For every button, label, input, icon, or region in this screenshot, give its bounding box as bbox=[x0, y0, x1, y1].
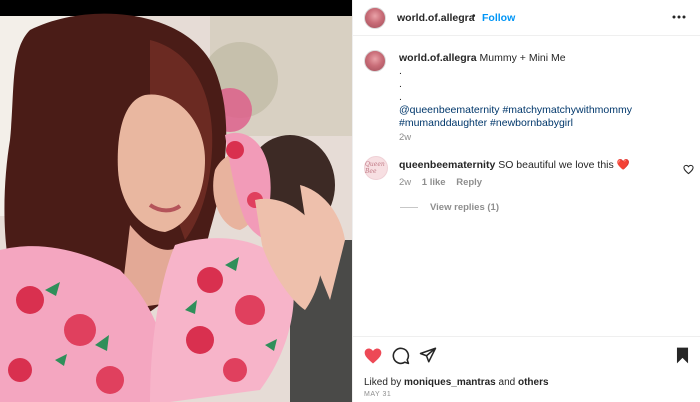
more-icon[interactable] bbox=[671, 9, 687, 28]
post-sidebar: world.of.allegra • Follow world.of.alleg… bbox=[352, 0, 700, 402]
liked-by: Liked by moniques_mantras and others bbox=[364, 377, 549, 388]
share-icon[interactable] bbox=[419, 346, 437, 367]
comment-like-icon[interactable] bbox=[683, 164, 694, 178]
caption-hashtags[interactable]: #mumanddaughter #newbornbabygirl bbox=[399, 117, 679, 130]
reply-button[interactable]: Reply bbox=[456, 177, 482, 188]
liked-by-prefix: Liked by bbox=[364, 377, 402, 388]
heart-icon-glyph bbox=[364, 348, 382, 364]
comment-likes[interactable]: 1 like bbox=[422, 177, 446, 188]
comment-meta: 2w 1 like Reply bbox=[399, 177, 490, 188]
view-replies-label: View replies (1) bbox=[430, 202, 499, 213]
liked-by-and: and bbox=[498, 377, 516, 388]
caption-time[interactable]: 2w bbox=[399, 132, 411, 143]
bookmark-icon-glyph bbox=[676, 347, 689, 364]
author-avatar[interactable] bbox=[364, 7, 386, 29]
liked-by-user[interactable]: moniques_mantras bbox=[404, 377, 496, 388]
caption-dot: . bbox=[399, 91, 402, 103]
view-replies-button[interactable]: View replies (1) bbox=[400, 202, 499, 213]
comment-icon[interactable] bbox=[391, 346, 410, 368]
header-separator: • bbox=[472, 11, 476, 22]
caption-dot: . bbox=[399, 78, 402, 90]
caption-author-avatar[interactable] bbox=[364, 50, 386, 72]
follow-button[interactable]: Follow bbox=[482, 12, 515, 24]
heart-icon[interactable] bbox=[363, 346, 383, 369]
caption-body: world.of.allegra Mummy + Mini Me . . . @… bbox=[399, 52, 679, 130]
author-username[interactable]: world.of.allegra bbox=[397, 12, 475, 24]
caption-dot: . bbox=[399, 65, 402, 77]
caption-text: Mummy + Mini Me bbox=[479, 52, 566, 64]
share-icon-glyph bbox=[419, 347, 437, 363]
comment-like-icon-glyph bbox=[683, 164, 694, 175]
commenter-username[interactable]: queenbeematernity bbox=[399, 159, 495, 171]
post-image[interactable] bbox=[0, 0, 352, 402]
replies-divider bbox=[400, 207, 418, 208]
more-icon-glyph bbox=[672, 15, 686, 19]
comment-body: queenbeematernity SO beautiful we love t… bbox=[399, 159, 669, 172]
commenter-avatar[interactable]: Queen Bee bbox=[364, 156, 388, 180]
liked-by-others[interactable]: others bbox=[518, 377, 549, 388]
bookmark-icon[interactable] bbox=[674, 346, 691, 368]
post-photo-illustration bbox=[0, 13, 352, 402]
post-date[interactable]: MAY 31 bbox=[364, 391, 391, 398]
post-header: world.of.allegra • Follow bbox=[353, 0, 700, 36]
caption-username[interactable]: world.of.allegra bbox=[399, 52, 477, 64]
comment-text: SO beautiful we love this ❤️ bbox=[498, 159, 630, 171]
comment-icon-glyph bbox=[392, 347, 410, 365]
comment-time[interactable]: 2w bbox=[399, 177, 411, 188]
caption-hashtags[interactable]: @queenbeematernity #matchymatchywithmomm… bbox=[399, 104, 679, 117]
post-actions: Liked by moniques_mantras and others MAY… bbox=[353, 336, 700, 402]
